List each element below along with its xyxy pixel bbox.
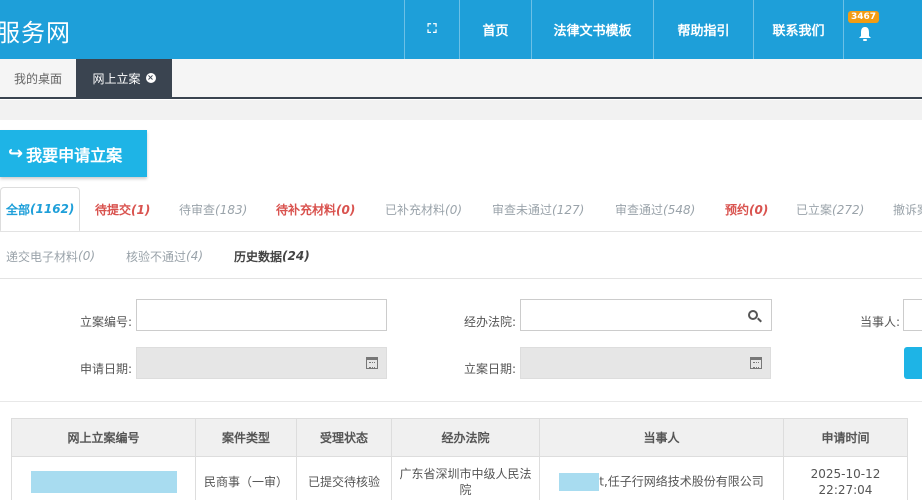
- filter-label: 全部: [6, 202, 31, 217]
- filter-label: 待补充材料: [276, 203, 337, 217]
- filter-label: 递交电子材料: [6, 249, 79, 264]
- apply-date-label: 申请日期:: [80, 362, 133, 376]
- nav-legal-templates[interactable]: 法律文书模板: [531, 0, 653, 59]
- filter-label: 待审查: [179, 203, 216, 217]
- fullscreen-icon: ⛶: [427, 22, 437, 37]
- top-header: 服务网 ⛶ 首页 法律文书模板 帮助指引 联系我们 3467: [0, 0, 922, 59]
- share-arrow-icon: ↪: [8, 143, 24, 164]
- nav-help[interactable]: 帮助指引: [653, 0, 753, 59]
- filter-supplemented[interactable]: 已补充材料 (0): [385, 187, 462, 232]
- nav-home[interactable]: 首页: [459, 0, 531, 59]
- filter-count: (0): [336, 202, 356, 217]
- tab-label: 网上立案: [92, 71, 141, 86]
- search-submit-button[interactable]: [904, 347, 922, 379]
- notification-count-badge: 3467: [848, 11, 880, 23]
- calendar-icon[interactable]: [750, 357, 762, 369]
- filter-label: 审查未通过: [492, 203, 553, 217]
- filter-withdrawn[interactable]: 撤诉案: [893, 187, 922, 232]
- col-court[interactable]: 经办法院: [391, 418, 540, 457]
- apply-date-input[interactable]: [136, 347, 387, 379]
- filter-count: (1162): [30, 202, 75, 216]
- apply-filing-label: 我要申请立案: [26, 145, 123, 165]
- filter-label: 历史数据: [234, 249, 283, 264]
- case-no-label: 立案编号:: [80, 315, 133, 329]
- filter-count: (272): [832, 202, 865, 217]
- filter-divider: [0, 231, 922, 232]
- case-table: 网上立案编号 案件类型 受理状态 经办法院 当事人 申请时间 民商事（一审） 已…: [11, 418, 908, 500]
- bell-icon: [859, 26, 871, 41]
- party-input[interactable]: [903, 299, 922, 331]
- redacted-block: [559, 472, 600, 491]
- cell-status: 已提交待核验: [296, 456, 392, 500]
- filter-label: 已立案: [796, 203, 833, 217]
- status-filter-bar: 全部 (1162) 待提交 (1) 待审查 (183) 待补充材料 (0) 已补充材料(…: [0, 187, 922, 232]
- filter-label: 预约: [725, 203, 750, 217]
- filter-count: (24): [282, 249, 310, 263]
- filter-count: (127): [552, 202, 585, 217]
- filter-count: (548): [663, 202, 696, 217]
- filter-appointment[interactable]: 预约 (0): [725, 187, 768, 232]
- filter-label: 审查通过: [615, 203, 664, 217]
- table-header-row: 网上立案编号 案件类型 受理状态 经办法院 当事人 申请时间: [11, 418, 908, 457]
- col-apply-time[interactable]: 申请时间: [783, 418, 908, 457]
- filter-pending-submit[interactable]: 待提交 (1): [95, 187, 150, 232]
- col-status[interactable]: 受理状态: [296, 418, 392, 457]
- redacted-block: [30, 470, 177, 493]
- fullscreen-button[interactable]: ⛶: [404, 0, 459, 59]
- file-date-label: 立案日期:: [464, 362, 517, 376]
- filter-all[interactable]: 全部 (1162): [0, 187, 80, 232]
- form-divider: [0, 401, 922, 402]
- court-input[interactable]: [520, 299, 735, 331]
- filter-count: (0): [749, 202, 769, 217]
- close-tab-icon[interactable]: ×: [145, 73, 156, 83]
- filter-label: 撤诉案: [893, 203, 922, 217]
- tab-online-filing[interactable]: 网上立案 ×: [76, 59, 172, 97]
- col-party[interactable]: 当事人: [539, 418, 784, 457]
- filter-pending-review[interactable]: 待审查 (183): [179, 187, 247, 232]
- status-filter-bar-2: 递交电子材料 (0) 核验不通过 (4) 历史数据 (24): [0, 236, 922, 276]
- party-text: t,任子行网络技术股份有限公司: [599, 474, 764, 488]
- case-no-input[interactable]: [136, 299, 387, 331]
- filter-divider: [0, 278, 922, 279]
- cell-apply-time: 2025-10-12 22:27:04: [783, 456, 908, 500]
- file-date-input[interactable]: [520, 347, 771, 379]
- filter-verify-failed[interactable]: 核验不通过 (4): [126, 236, 203, 276]
- filter-review-passed[interactable]: 审查通过 (548): [615, 187, 695, 232]
- filter-label: 待提交: [95, 203, 132, 217]
- top-nav: ⛶ 首页 法律文书模板 帮助指引 联系我们 3467: [404, 0, 922, 59]
- filter-count: (1): [131, 202, 151, 217]
- party-label: 当事人:: [860, 315, 901, 329]
- tab-label: 我的桌面: [13, 71, 62, 86]
- cell-case-type: 民商事（一审）: [195, 456, 297, 500]
- filter-label: 已补充材料: [385, 203, 446, 217]
- cell-court: 广东省深圳市中级人民法院: [391, 456, 540, 500]
- notification-button[interactable]: 3467: [843, 0, 922, 59]
- tab-my-desktop[interactable]: 我的桌面: [0, 59, 76, 97]
- cell-case-no[interactable]: [11, 456, 196, 500]
- filter-count: (0): [445, 202, 463, 217]
- nav-contact[interactable]: 联系我们: [753, 0, 843, 59]
- col-case-no[interactable]: 网上立案编号: [11, 418, 196, 457]
- cell-party: t,任子行网络技术股份有限公司: [539, 456, 784, 500]
- content-top-band: [0, 100, 922, 120]
- filter-label: 核验不通过: [126, 249, 187, 264]
- filter-pending-supplement[interactable]: 待补充材料 (0): [276, 187, 355, 232]
- filter-e-materials[interactable]: 递交电子材料 (0): [6, 236, 95, 276]
- filter-count: (0): [78, 249, 96, 263]
- table-row[interactable]: 民商事（一审） 已提交待核验 广东省深圳市中级人民法院 t,任子行网络技术股份有…: [11, 456, 908, 500]
- search-icon: [747, 310, 758, 320]
- calendar-icon[interactable]: [366, 357, 378, 369]
- filter-count: (183): [215, 202, 248, 217]
- filter-filed[interactable]: 已立案 (272): [796, 187, 864, 232]
- filter-review-failed[interactable]: 审查未通过 (127): [492, 187, 584, 232]
- filter-history[interactable]: 历史数据 (24): [234, 236, 310, 276]
- court-label: 经办法院:: [464, 315, 517, 329]
- filter-count: (4): [186, 249, 204, 263]
- court-search-button[interactable]: [734, 299, 772, 331]
- col-case-type[interactable]: 案件类型: [195, 418, 297, 457]
- apply-filing-button[interactable]: ↪ 我要申请立案: [0, 130, 147, 177]
- page-tabbar: 我的桌面 网上立案 ×: [0, 59, 922, 99]
- site-brand: 服务网: [0, 19, 71, 47]
